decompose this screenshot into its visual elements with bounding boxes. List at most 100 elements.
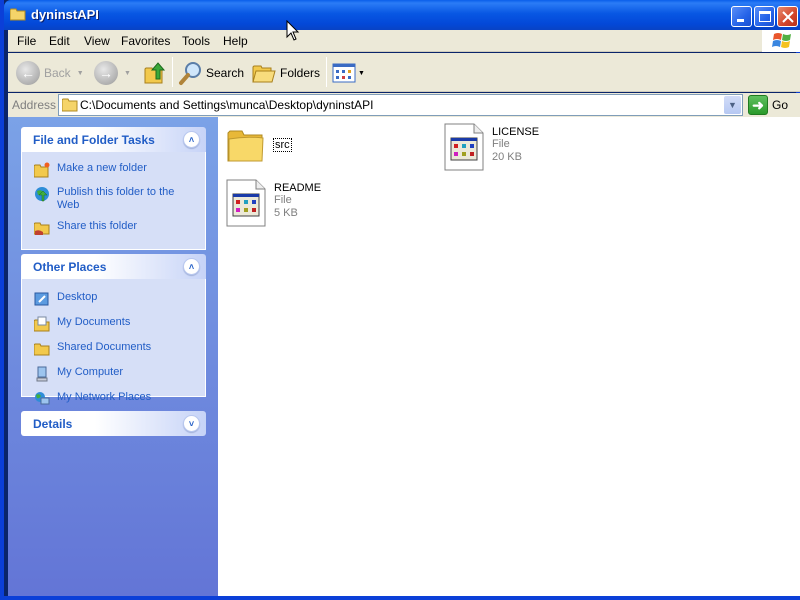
folders-label: Folders [280,66,321,80]
panel-title: File and Folder Tasks [33,133,155,147]
place-label: Desktop [57,291,98,303]
search-icon [179,62,201,85]
folders-icon [252,65,276,83]
folder-icon [227,130,264,162]
views-button[interactable]: ▼ [332,58,365,88]
file-icon [226,179,266,227]
back-dropdown-icon[interactable]: ▼ [77,70,84,77]
file-size: 20 KB [492,151,522,163]
place-desktop[interactable]: Desktop [22,289,205,309]
maximize-button[interactable] [754,6,775,27]
file-size: 5 KB [274,207,298,219]
my-computer-icon [36,366,48,382]
place-label: My Computer [57,366,124,378]
windows-flag-icon [772,33,791,48]
title-bar[interactable]: dyninstAPI [4,0,800,30]
panel-body: Desktop My Documents Shared Documents My… [21,279,206,405]
folder-icon [10,8,26,21]
windows-logo [762,30,800,52]
network-places-icon [35,392,50,405]
search-button[interactable]: Search [178,58,244,88]
back-arrow-icon: ← [16,61,40,85]
file-name: src [273,138,292,152]
menu-file[interactable]: File [17,34,36,48]
place-shared-documents[interactable]: Shared Documents [22,339,205,359]
expand-icon[interactable]: ˅ [183,415,200,432]
file-type: File [492,138,510,150]
other-places-panel: Other Places ˄ Desktop My Documents Shar… [21,254,206,405]
forward-dropdown-icon[interactable]: ▼ [124,70,131,77]
up-button[interactable] [144,58,166,88]
task-make-new-folder[interactable]: Make a new folder [22,160,205,180]
panel-header[interactable]: File and Folder Tasks ˄ [21,127,206,152]
place-my-documents[interactable]: My Documents [22,314,205,334]
minimize-icon [737,19,744,22]
search-label: Search [206,66,245,80]
address-label: Address [12,98,57,112]
my-documents-icon [34,316,50,332]
explorer-window: dyninstAPI File Edit View Favorites Tool… [0,0,800,600]
file-icon [444,123,484,171]
publish-web-icon [35,187,49,202]
go-label: Go [772,98,789,112]
forward-button[interactable]: → ▼ [94,58,131,88]
views-icon [332,63,356,83]
file-item-readme[interactable]: README File 5 KB [226,179,321,227]
go-button[interactable]: ➜ Go [748,94,788,116]
place-label: My Documents [57,316,131,328]
file-name: README [274,182,322,194]
task-pane: File and Folder Tasks ˄ Make a new folde… [8,117,218,596]
address-bar: Address C:\Documents and Settings\munca\… [8,93,800,117]
address-value: C:\Documents and Settings\munca\Desktop\… [80,98,374,112]
panel-header[interactable]: Other Places ˄ [21,254,206,279]
task-publish-web[interactable]: Publish this folder to the Web [22,184,205,214]
new-folder-icon [34,162,50,178]
forward-arrow-icon: → [94,61,118,85]
shared-documents-icon [34,343,50,356]
place-my-computer[interactable]: My Computer [22,364,205,384]
place-label: Shared Documents [57,341,152,353]
file-list: src LICENSE File 20 KB README File 5 KB [218,117,800,596]
file-type: File [274,194,292,206]
toolbar: ← Back ▼ → ▼ Search Folders ▼ [8,53,800,92]
folder-up-icon [144,62,166,84]
window-title: dyninstAPI [31,7,99,22]
task-label: Publish this folder to the Web [57,186,175,211]
task-label: Make a new folder [57,162,147,174]
menu-help[interactable]: Help [223,34,248,48]
views-dropdown-icon: ▼ [358,69,365,77]
collapse-icon[interactable]: ˄ [183,131,200,148]
task-label: Share this folder [57,220,138,232]
place-my-network-places[interactable]: My Network Places [22,389,205,409]
maximize-icon [759,11,771,22]
folder-icon [62,98,78,112]
file-item-license[interactable]: LICENSE File 20 KB [444,123,539,171]
mouse-cursor-icon [286,20,300,41]
share-folder-icon [34,222,50,235]
close-button[interactable] [777,6,798,27]
desktop-icon [34,292,49,306]
go-arrow-icon: ➜ [748,95,768,115]
back-button[interactable]: ← Back ▼ [16,58,84,88]
toolbar-separator [326,57,327,87]
panel-header[interactable]: Details ˅ [21,411,206,436]
menu-edit[interactable]: Edit [49,34,70,48]
back-label: Back [44,66,71,80]
address-dropdown-icon[interactable]: ▼ [724,96,741,114]
toolbar-separator [172,57,173,87]
menu-view[interactable]: View [84,34,110,48]
panel-body: Make a new folder Publish this folder to… [21,152,206,250]
collapse-icon[interactable]: ˄ [183,258,200,275]
file-item-src[interactable]: src [226,125,292,165]
folders-button[interactable]: Folders [252,58,320,88]
details-panel: Details ˅ [21,411,206,436]
menu-tools[interactable]: Tools [182,34,210,48]
file-folder-tasks-panel: File and Folder Tasks ˄ Make a new folde… [21,127,206,250]
panel-title: Other Places [33,260,107,274]
minimize-button[interactable] [731,6,752,27]
menu-favorites[interactable]: Favorites [121,34,170,48]
task-share-folder[interactable]: Share this folder [22,218,205,238]
address-input[interactable]: C:\Documents and Settings\munca\Desktop\… [58,94,743,116]
close-icon [782,11,794,23]
place-label: My Network Places [57,391,152,403]
